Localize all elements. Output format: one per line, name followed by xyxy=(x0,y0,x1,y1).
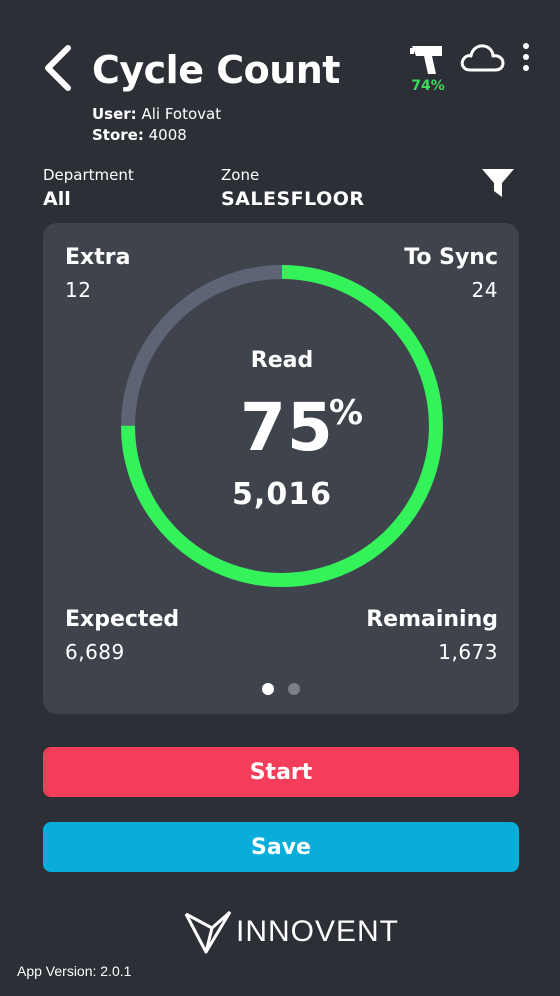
app-version: App Version: 2.0.1 xyxy=(17,963,132,979)
save-button[interactable]: Save xyxy=(43,822,519,872)
page-title: Cycle Count xyxy=(92,48,340,92)
remaining-value: 1,673 xyxy=(438,640,498,664)
zone-label: Zone xyxy=(221,166,260,184)
department-label: Department xyxy=(43,166,134,184)
store-number: 4008 xyxy=(148,126,187,144)
more-vertical-icon xyxy=(523,43,529,71)
expected-value: 6,689 xyxy=(65,640,125,664)
page-indicator-dot-1[interactable] xyxy=(262,683,274,695)
page-indicator-dot-2[interactable] xyxy=(288,683,300,695)
cloud-icon xyxy=(460,44,505,72)
start-button[interactable]: Start xyxy=(43,747,519,797)
back-chevron-icon xyxy=(45,45,71,91)
percent-sign: % xyxy=(329,393,364,433)
back-button[interactable] xyxy=(40,42,78,94)
extra-value: 12 xyxy=(65,278,92,302)
user-label: User: xyxy=(92,105,137,123)
to-sync-value: 24 xyxy=(471,278,498,302)
funnel-icon xyxy=(482,169,514,197)
store-info: Store: 4008 xyxy=(92,125,187,145)
expected-label: Expected xyxy=(65,607,180,632)
more-menu-button[interactable] xyxy=(516,40,536,76)
read-percent: 75 xyxy=(240,389,334,466)
brand-name: INNOVENT xyxy=(236,915,400,948)
user-name: Ali Fotovat xyxy=(141,105,222,123)
sync-cloud-button[interactable] xyxy=(458,40,506,76)
filter-button[interactable] xyxy=(480,165,516,201)
innovent-logo-icon xyxy=(184,910,232,954)
scanner-gun-icon xyxy=(410,46,442,74)
store-label: Store: xyxy=(92,126,144,144)
read-count: 5,016 xyxy=(232,477,332,512)
battery-level: 74% xyxy=(411,78,445,94)
remaining-label: Remaining xyxy=(366,607,498,632)
zone-value[interactable]: SALESFLOOR xyxy=(221,187,365,211)
user-info: User: Ali Fotovat xyxy=(92,104,221,124)
department-value[interactable]: All xyxy=(43,187,71,211)
read-label: Read xyxy=(250,348,314,373)
